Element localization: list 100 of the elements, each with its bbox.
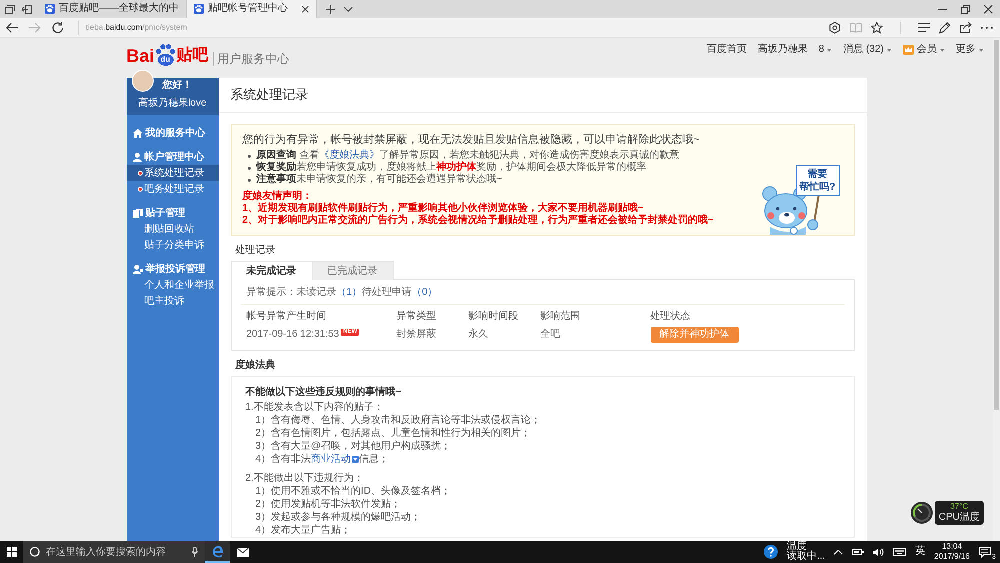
scrollbar-thumb[interactable]	[994, 40, 999, 410]
law-link[interactable]: 《度娘法典》	[319, 150, 380, 161]
header-link[interactable]: 更多	[956, 44, 984, 56]
person-icon	[132, 152, 142, 162]
header-link[interactable]: 8	[818, 44, 832, 56]
weather-label[interactable]: 温度	[787, 542, 826, 552]
windows-logo-icon[interactable]	[6, 547, 16, 557]
record-tab[interactable]: 已完成记录	[312, 261, 394, 280]
microphone-icon[interactable]	[192, 547, 198, 557]
section-heading: 处理记录	[236, 245, 276, 257]
home-icon	[132, 128, 142, 138]
speaker-icon[interactable]	[873, 548, 884, 556]
restore-icon[interactable]	[961, 4, 970, 14]
notice-bullet: 原因查询 查看《度娘法典》了解异常原因，若您未触犯法典，对你造成伤害度娘表示真诚的歉意	[256, 150, 680, 161]
avatar-placeholder	[132, 70, 154, 92]
column-header: 影响范围	[540, 311, 582, 323]
browser-tab[interactable]: 贴吧帐号管理中心	[187, 0, 317, 18]
rule-item: 2）使用发贴机等非法软件发贴；	[254, 498, 402, 511]
rule-item: 3）含有大量@召唤，对其他用户构成骚扰；	[254, 440, 452, 453]
statement-text: 1、近期发现有刷贴软件刷贴行为，严重影响其他小伙伴浏览体验，大家不要用机器刷贴哦~	[242, 203, 645, 214]
site-subtitle: 用户服务中心	[212, 52, 290, 66]
column-header: 处理状态	[650, 311, 692, 323]
document-icon	[132, 208, 142, 218]
header-link[interactable]: 会员	[903, 44, 945, 56]
column-header: 影响时间段	[468, 311, 520, 323]
username-text: 高坂乃穗果love	[137, 98, 208, 110]
help-icon[interactable]	[764, 545, 778, 559]
tab-aside-icon[interactable]	[22, 4, 32, 14]
battery-icon[interactable]	[852, 548, 864, 556]
rules-intro: 不能做以下这些违反规则的事情哦~	[246, 386, 402, 399]
chevron-down-icon[interactable]	[344, 6, 353, 12]
rule-item: 1）含有侮辱、色情、人身攻击和反政府言论等非法或侵权言论；	[254, 414, 542, 427]
caret-icon[interactable]	[352, 456, 360, 463]
sidebar-section-link[interactable]: 贴子管理	[126, 205, 218, 221]
sidebar-item[interactable]: 吧主投诉	[126, 293, 218, 309]
gauge-icon	[910, 502, 933, 524]
crown-icon	[903, 45, 914, 55]
sidebar-section-link[interactable]: 我的服务中心	[126, 125, 218, 141]
rule-link[interactable]: 商业活动	[311, 453, 360, 466]
sidebar-item[interactable]: 系统处理记录	[126, 165, 218, 181]
record-tab[interactable]: 未完成记录	[230, 261, 312, 280]
star-icon[interactable]	[871, 22, 883, 34]
logo-text: 贴吧	[176, 46, 209, 66]
close-icon[interactable]	[984, 4, 993, 14]
close-icon[interactable]	[302, 6, 309, 12]
count-link[interactable]: （1）	[336, 287, 362, 298]
taskbar-app-button[interactable]	[205, 541, 230, 563]
sidebar-item[interactable]: 贴子分类申诉	[126, 237, 218, 253]
statement-text: 2、对于影响吧内正常交流的广告行为，系统会视情况给予删贴处理，行为严重者还会被给予封禁处罚的哦~	[242, 215, 715, 227]
rule-group-title: 2.不能做出以下违规行为：	[246, 472, 365, 485]
rule-item: 4）发布大量广告贴；	[254, 524, 352, 537]
lines-icon[interactable]	[918, 23, 930, 32]
rule-item: 3）发起或参与各种规模的爆吧活动；	[254, 511, 422, 524]
sidebar-section-link[interactable]: 举报投诉管理	[126, 261, 218, 277]
pen-icon[interactable]	[939, 22, 951, 34]
tab-stack-icon[interactable]	[5, 4, 15, 14]
keyboard-icon[interactable]	[893, 548, 906, 556]
caret-icon	[979, 48, 984, 52]
input-method-indicator[interactable]: 英	[915, 546, 926, 558]
plus-icon[interactable]	[326, 4, 335, 14]
bullet-icon	[248, 178, 250, 182]
cpu-label: CPU温度	[938, 512, 980, 524]
envelope-icon	[236, 548, 248, 556]
weather-status[interactable]: 读取中...	[787, 552, 826, 562]
sidebar-item[interactable]: 个人和企业举报	[126, 277, 218, 293]
refresh-icon[interactable]	[52, 22, 64, 34]
greeting-text: 您好！	[162, 80, 192, 92]
table-cell-text: 封禁屏蔽	[396, 329, 438, 341]
share-icon[interactable]	[960, 22, 972, 33]
caret-icon	[827, 48, 832, 52]
header-link[interactable]: 消息 (32)	[843, 44, 892, 56]
rule-item: 4）含有非法商业活动 信息；	[254, 453, 390, 466]
back-icon[interactable]	[6, 22, 18, 32]
section-heading: 度娘法典	[236, 360, 276, 372]
count-link[interactable]: （0）	[412, 287, 438, 298]
clock-time[interactable]: 13:04	[942, 542, 962, 552]
cpu-reading: 37°C	[950, 502, 968, 512]
paw-favicon-icon	[194, 4, 204, 14]
rule-item: 2）含有色情图片，包括露点、儿童色情和性行为相关的图片；	[254, 427, 532, 440]
person-badge-icon	[132, 264, 142, 274]
clock-date[interactable]: 2017/9/16	[934, 552, 970, 562]
column-header: 异常类型	[396, 311, 438, 323]
table-cell-text: 全吧	[540, 329, 562, 341]
caret-icon	[940, 48, 945, 52]
header-link[interactable]: 高坂乃穗果	[758, 44, 808, 56]
hexagon-icon[interactable]	[829, 22, 841, 34]
sidebar-section-link[interactable]: 帐户管理中心	[126, 149, 218, 165]
sidebar-item[interactable]: 删贴回收站	[126, 221, 218, 237]
records-summary: 异常提示：未读记录（1）待处理申请（0）	[246, 287, 439, 299]
minimize-icon[interactable]	[938, 8, 947, 10]
chevron-up-icon[interactable]	[834, 550, 844, 554]
logo-paw: du	[156, 44, 176, 66]
header-link[interactable]: 百度首页	[706, 44, 747, 56]
column-header: 帐号异常产生时间	[246, 311, 328, 323]
rule-group-title: 1.不能发表含以下内容的贴子：	[246, 401, 385, 414]
bullet-icon	[248, 166, 250, 170]
bullet-icon	[248, 154, 250, 158]
circle-icon	[30, 547, 40, 557]
notification-icon[interactable]	[979, 546, 991, 558]
sidebar-item[interactable]: 吧务处理记录	[126, 181, 218, 197]
